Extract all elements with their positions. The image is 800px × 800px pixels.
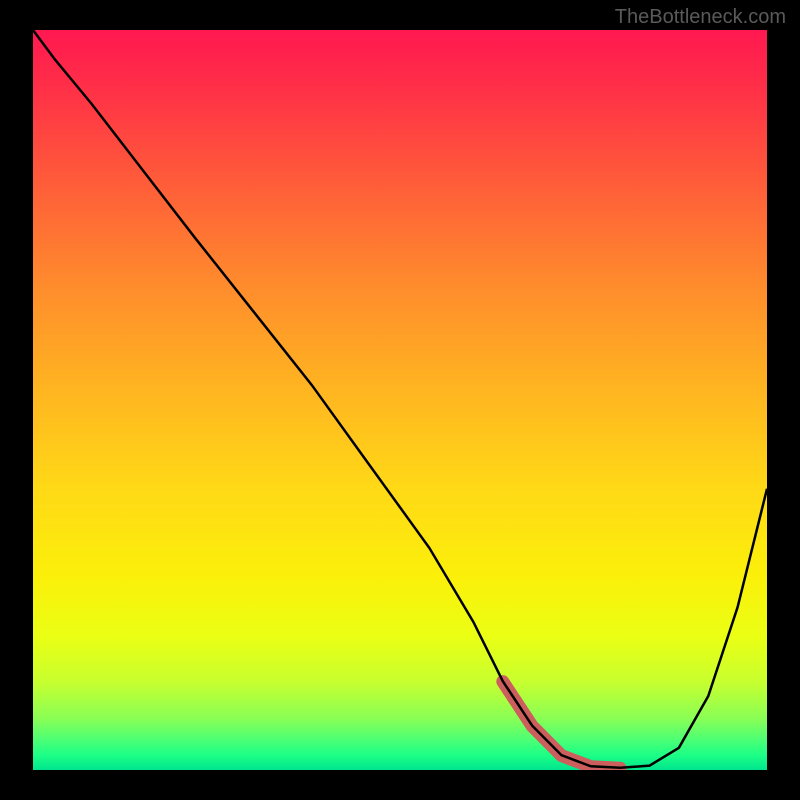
chart-plot-area: [33, 30, 767, 770]
chart-svg: [33, 30, 767, 770]
chart-curve: [33, 30, 767, 768]
watermark-text: TheBottleneck.com: [615, 6, 786, 29]
